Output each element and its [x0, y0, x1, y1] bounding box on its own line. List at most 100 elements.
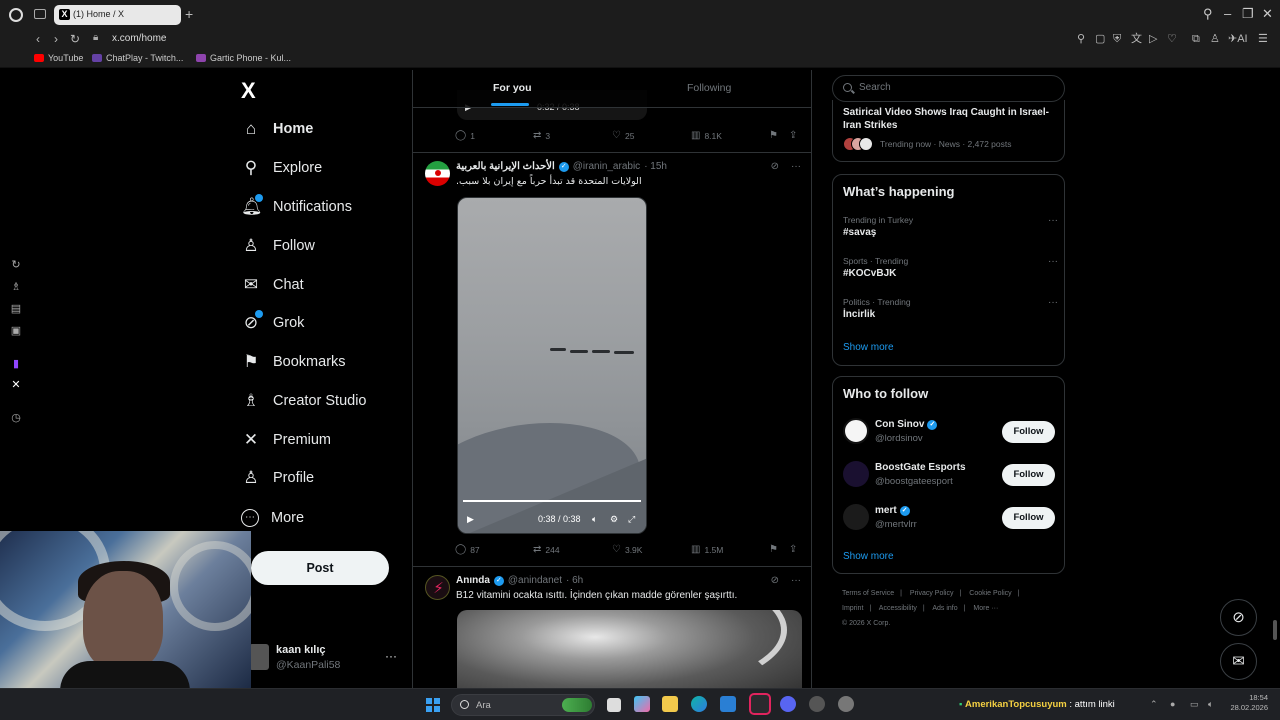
nav-grok[interactable]: ⊘ Grok: [241, 310, 304, 336]
new-tab-button[interactable]: +: [185, 7, 193, 21]
post-time[interactable]: · 15h: [644, 161, 667, 172]
repost-button[interactable]: ⇄ 3: [533, 131, 550, 142]
steam-icon[interactable]: [809, 696, 825, 712]
bookmark-chatplay[interactable]: ChatPlay - Twitch...: [92, 53, 183, 63]
snapshot-icon[interactable]: ▢: [1095, 33, 1105, 45]
play-icon[interactable]: ▶: [467, 514, 474, 524]
reply-button[interactable]: ◯ 87: [455, 545, 480, 556]
page-scrollbar[interactable]: [1273, 70, 1278, 688]
footer-link[interactable]: Cookie Policy: [969, 590, 1011, 597]
restore-button[interactable]: ❐: [1242, 7, 1254, 21]
trend-more-icon[interactable]: ···: [1048, 297, 1058, 308]
bookmark-gartic[interactable]: Gartic Phone - Kul...: [196, 53, 291, 63]
forward-button[interactable]: ›: [54, 32, 58, 46]
translate-icon[interactable]: 文: [1131, 33, 1142, 45]
video-progress-bar[interactable]: [463, 500, 641, 502]
nav-creator-studio[interactable]: ♗ Creator Studio: [241, 388, 366, 414]
bookmark-youtube[interactable]: YouTube: [34, 53, 83, 63]
post-author-name[interactable]: الأحداث الإيرانية بالعربية: [456, 161, 555, 172]
network-icon[interactable]: ▭: [1190, 699, 1199, 710]
taskbar-clock[interactable]: 18:54 28.02.2026: [1228, 693, 1268, 713]
trend-item[interactable]: Politics · Trending İncirlik ···: [843, 297, 1058, 327]
account-more-icon[interactable]: ···: [385, 649, 397, 663]
aria-icon[interactable]: ♗: [10, 281, 22, 293]
trend-more-icon[interactable]: ···: [1048, 215, 1058, 226]
nav-home[interactable]: ⌂ Home: [241, 116, 313, 142]
close-window-button[interactable]: ✕: [1262, 7, 1273, 21]
post-avatar[interactable]: ⚡︎: [425, 575, 450, 600]
suggested-user[interactable]: BoostGate Esports @boostgateesport Follo…: [843, 460, 1058, 490]
pin-icon[interactable]: ⚲: [1077, 33, 1085, 45]
fullscreen-icon[interactable]: ⤢: [628, 514, 635, 524]
bookmark-button[interactable]: ⚑: [769, 545, 778, 555]
post-video[interactable]: ▶ 0:38 / 0:38 🔈︎ ⚙ ⤢: [457, 197, 647, 534]
share-button[interactable]: ⇪: [789, 545, 797, 555]
search-input[interactable]: [859, 82, 1049, 93]
nav-profile[interactable]: ♙ Profile: [241, 465, 314, 491]
views-button[interactable]: ▥ 1.5M: [691, 545, 723, 556]
opera-logo-icon[interactable]: [9, 8, 23, 22]
footer-link[interactable]: Terms of Service: [842, 590, 894, 597]
like-button[interactable]: ♡ 3.9K: [612, 545, 642, 556]
reload-button[interactable]: ↻: [70, 32, 80, 46]
follow-button[interactable]: Follow: [1002, 507, 1055, 529]
messenger-icon[interactable]: ▣: [10, 325, 22, 337]
post-author-handle[interactable]: @anindanet: [508, 575, 562, 586]
account-switcher[interactable]: kaan kılıç @KaanPali58 ···: [249, 642, 409, 672]
nav-explore[interactable]: ⚲ Explore: [241, 155, 322, 181]
search-box[interactable]: [832, 75, 1065, 102]
messages-fab-button[interactable]: ✉: [1220, 643, 1257, 680]
menu-icon[interactable]: ☰: [1258, 33, 1268, 45]
post-author-name[interactable]: Anında: [456, 575, 490, 586]
grok-fab-button[interactable]: ⊘: [1220, 599, 1257, 636]
twitch-icon[interactable]: ▮: [10, 358, 22, 370]
grok-icon[interactable]: ⊘: [771, 575, 779, 586]
file-explorer-icon[interactable]: [662, 696, 678, 712]
footer-link[interactable]: More ···: [973, 605, 998, 612]
app-icon[interactable]: [838, 696, 854, 712]
trending-news-card[interactable]: Satirical Video Shows Iraq Caught in Isr…: [832, 100, 1065, 162]
shield-icon[interactable]: ⛨: [1113, 33, 1121, 45]
post-button[interactable]: Post: [251, 551, 389, 585]
history-icon[interactable]: ↻: [10, 259, 22, 271]
show-more-link[interactable]: Show more: [843, 551, 894, 562]
discord-icon[interactable]: [780, 696, 796, 712]
scrollbar-thumb[interactable]: [1273, 620, 1277, 640]
heart-icon[interactable]: ♡: [1167, 33, 1177, 45]
player-icon[interactable]: ▤: [10, 303, 22, 315]
volume-icon[interactable]: 🔈︎: [592, 514, 597, 524]
nav-premium[interactable]: ✕ Premium: [241, 427, 331, 453]
nav-notifications[interactable]: 🔔︎ Notifications: [241, 194, 352, 220]
volume-icon[interactable]: 🔈︎: [1208, 699, 1213, 710]
nav-bookmarks[interactable]: ⚑ Bookmarks: [241, 349, 345, 375]
windows-start-button[interactable]: [426, 698, 440, 712]
x-logo-icon[interactable]: X: [241, 78, 256, 104]
store-icon[interactable]: [720, 696, 736, 712]
copilot-icon[interactable]: [634, 696, 650, 712]
browser-tab-active[interactable]: X (1) Home / X: [54, 5, 181, 25]
nav-chat[interactable]: ✉ Chat: [241, 272, 304, 298]
views-button[interactable]: ▥ 8.1K: [691, 131, 722, 142]
extensions-icon[interactable]: ⧉: [1192, 33, 1200, 45]
grok-icon[interactable]: ⊘: [771, 161, 779, 172]
follow-button[interactable]: Follow: [1002, 421, 1055, 443]
taskbar-search[interactable]: Ara: [451, 694, 595, 716]
nav-more[interactable]: ⋯ More: [241, 505, 304, 531]
post-image[interactable]: [457, 610, 802, 688]
footer-link[interactable]: Imprint: [842, 605, 863, 612]
tab-for-you[interactable]: For you: [493, 82, 532, 94]
aria-ai-button[interactable]: ✈AI: [1228, 33, 1248, 45]
play-icon[interactable]: ▷: [1149, 33, 1157, 45]
reply-button[interactable]: ◯ 1: [455, 131, 475, 142]
trend-item[interactable]: Trending in Turkey #savaş ···: [843, 215, 1058, 245]
timeline[interactable]: For you Following ▶ 0:32 / 0:38 ◯1 ⇄3 ♡2…: [412, 70, 812, 688]
url-field[interactable]: x.com/home: [112, 33, 166, 44]
like-button[interactable]: ♡ 25: [612, 131, 634, 142]
tray-icon[interactable]: ●: [1170, 699, 1175, 709]
nav-follow[interactable]: ♙ Follow: [241, 233, 315, 259]
clock-icon[interactable]: ◷: [10, 412, 22, 424]
post-avatar[interactable]: [425, 161, 450, 186]
minimize-button[interactable]: –: [1224, 7, 1231, 21]
opera-taskbar-icon[interactable]: [749, 693, 771, 715]
post-time[interactable]: · 6h: [566, 575, 583, 586]
